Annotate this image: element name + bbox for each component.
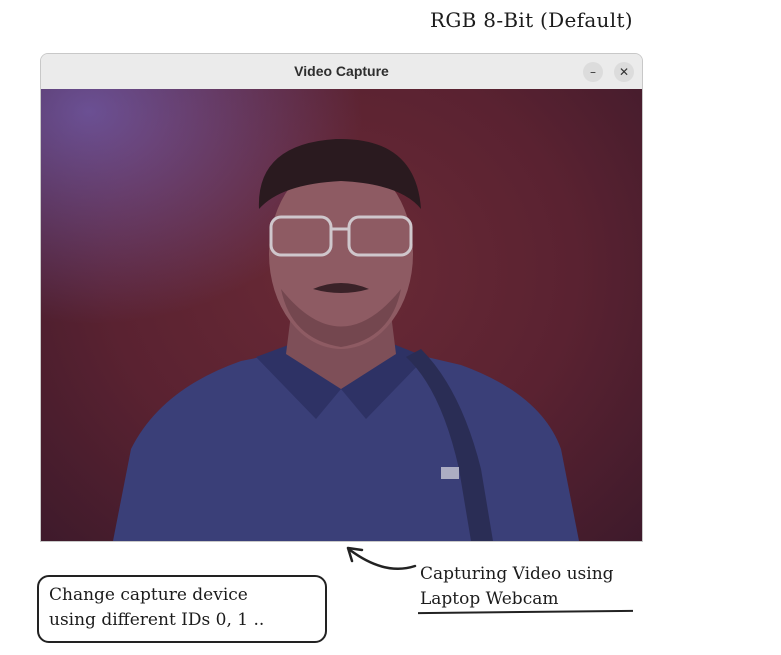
annotation-line: Capturing Video using bbox=[420, 564, 614, 584]
window-title: Video Capture bbox=[294, 63, 389, 79]
annotation-box-device-ids: Change capture device using different ID… bbox=[37, 575, 327, 643]
window-titlebar: Video Capture – ✕ bbox=[41, 54, 642, 90]
annotation-line: Laptop Webcam bbox=[420, 589, 559, 609]
minimize-button[interactable]: – bbox=[583, 62, 603, 82]
arrow-icon bbox=[346, 546, 417, 570]
caption-rgb-mode: RGB 8-Bit (Default) bbox=[430, 8, 633, 32]
annotation-line: using different IDs 0, 1 .. bbox=[49, 610, 265, 630]
annotation-box-text: Change capture device using different ID… bbox=[49, 583, 264, 633]
annotation-capturing-webcam: Capturing Video using Laptop Webcam bbox=[420, 562, 614, 612]
webcam-video-frame bbox=[41, 89, 642, 541]
shirt-logo bbox=[441, 467, 459, 479]
annotation-line: Change capture device bbox=[49, 585, 248, 605]
video-capture-window: Video Capture – ✕ bbox=[40, 53, 643, 542]
close-button[interactable]: ✕ bbox=[614, 62, 634, 82]
webcam-person-image bbox=[113, 138, 579, 541]
